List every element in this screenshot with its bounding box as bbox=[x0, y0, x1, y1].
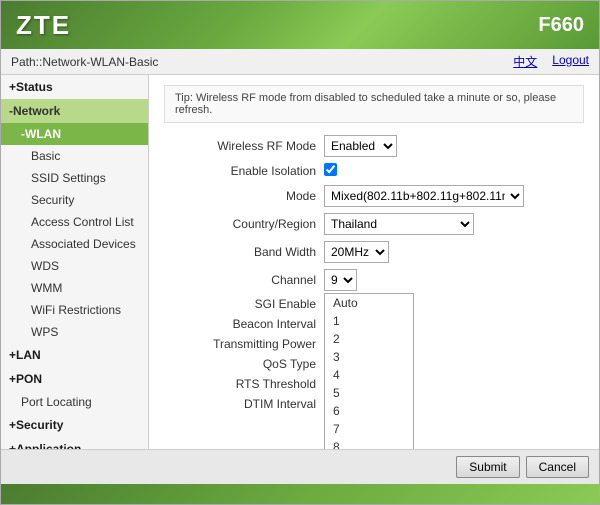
channel-option-6[interactable]: 6 bbox=[325, 402, 413, 420]
channel-option-5[interactable]: 5 bbox=[325, 384, 413, 402]
sidebar-item-wifi-restrict[interactable]: WiFi Restrictions bbox=[1, 299, 148, 321]
channel-option-4[interactable]: 4 bbox=[325, 366, 413, 384]
sidebar-item-ssid[interactable]: SSID Settings bbox=[1, 167, 148, 189]
sidebar-item-wds[interactable]: WDS bbox=[1, 255, 148, 277]
wireless-rf-mode-select[interactable]: Enabled Disabled bbox=[324, 135, 397, 157]
channel-option-2[interactable]: 2 bbox=[325, 330, 413, 348]
submit-button[interactable]: Submit bbox=[456, 456, 519, 478]
sidebar-item-wps[interactable]: WPS bbox=[1, 321, 148, 343]
sidebar-item-wlan[interactable]: -WLAN bbox=[1, 123, 148, 145]
band-width-control: 20MHz 40MHz bbox=[324, 241, 584, 263]
sgi-enable-label: SGI Enable bbox=[164, 297, 324, 311]
country-region-select[interactable]: Thailand bbox=[324, 213, 474, 235]
lang-switch[interactable]: 中文 bbox=[513, 53, 537, 70]
channel-option-1[interactable]: 1 bbox=[325, 312, 413, 330]
bottom-bar: Submit Cancel bbox=[1, 449, 599, 484]
dtim-interval-label: DTIM Interval bbox=[164, 397, 324, 411]
country-region-label: Country/Region bbox=[164, 217, 324, 231]
topbar: Path::Network-WLAN-Basic 中文 Logout bbox=[1, 49, 599, 75]
content-area: +Status -Network -WLAN Basic SSID Settin… bbox=[1, 75, 599, 449]
band-width-row: Band Width 20MHz 40MHz bbox=[164, 241, 584, 263]
sidebar-item-wmm[interactable]: WMM bbox=[1, 277, 148, 299]
tip-box: Tip: Wireless RF mode from disabled to s… bbox=[164, 85, 584, 123]
tip-text: Tip: Wireless RF mode from disabled to s… bbox=[175, 92, 556, 116]
wireless-rf-mode-row: Wireless RF Mode Enabled Disabled bbox=[164, 135, 584, 157]
mode-select[interactable]: Mixed(802.11b+802.11g+802.11n bbox=[324, 185, 524, 207]
mode-label: Mode bbox=[164, 189, 324, 203]
sidebar-item-security[interactable]: Security bbox=[1, 189, 148, 211]
rts-threshold-label: RTS Threshold bbox=[164, 377, 324, 391]
channel-row: Channel 9 Auto 1 2 3 4 5 6 7 bbox=[164, 269, 584, 291]
sidebar-item-security-menu[interactable]: +Security bbox=[1, 413, 148, 437]
sidebar-item-network[interactable]: -Network bbox=[1, 99, 148, 123]
wireless-rf-mode-label: Wireless RF Mode bbox=[164, 139, 324, 153]
main-panel: Tip: Wireless RF mode from disabled to s… bbox=[149, 75, 599, 449]
country-region-row: Country/Region Thailand bbox=[164, 213, 584, 235]
band-width-select[interactable]: 20MHz 40MHz bbox=[324, 241, 389, 263]
sidebar-item-status[interactable]: +Status bbox=[1, 75, 148, 99]
sidebar-item-pon[interactable]: +PON bbox=[1, 367, 148, 391]
mode-row: Mode Mixed(802.11b+802.11g+802.11n bbox=[164, 185, 584, 207]
enable-isolation-label: Enable Isolation bbox=[164, 164, 324, 178]
enable-isolation-checkbox[interactable] bbox=[324, 163, 337, 176]
sidebar-item-application[interactable]: +Application bbox=[1, 437, 148, 449]
channel-option-3[interactable]: 3 bbox=[325, 348, 413, 366]
beacon-interval-label: Beacon Interval bbox=[164, 317, 324, 331]
sidebar: +Status -Network -WLAN Basic SSID Settin… bbox=[1, 75, 149, 449]
header: ZTE F660 bbox=[1, 1, 599, 49]
channel-label: Channel bbox=[164, 273, 324, 287]
cancel-button[interactable]: Cancel bbox=[526, 456, 589, 478]
channel-option-8[interactable]: 8 bbox=[325, 438, 413, 449]
enable-isolation-control bbox=[324, 163, 584, 179]
enable-isolation-row: Enable Isolation bbox=[164, 163, 584, 179]
topbar-right: 中文 Logout bbox=[513, 53, 589, 70]
country-region-control: Thailand bbox=[324, 213, 584, 235]
qos-type-label: QoS Type bbox=[164, 357, 324, 371]
wireless-rf-mode-control: Enabled Disabled bbox=[324, 135, 584, 157]
breadcrumb: Path::Network-WLAN-Basic bbox=[11, 55, 158, 69]
channel-option-7[interactable]: 7 bbox=[325, 420, 413, 438]
channel-select[interactable]: 9 bbox=[324, 269, 357, 291]
sidebar-item-port-locating[interactable]: Port Locating bbox=[1, 391, 148, 413]
sidebar-item-acl[interactable]: Access Control List bbox=[1, 211, 148, 233]
bottom-strip bbox=[1, 484, 599, 504]
sidebar-item-assoc[interactable]: Associated Devices bbox=[1, 233, 148, 255]
transmitting-power-label: Transmitting Power bbox=[164, 337, 324, 351]
channel-control: 9 Auto 1 2 3 4 5 6 7 8 9 10 bbox=[324, 269, 584, 291]
logo: ZTE bbox=[16, 10, 71, 41]
channel-dropdown: Auto 1 2 3 4 5 6 7 8 9 10 11 12 13 bbox=[324, 293, 414, 449]
sidebar-item-basic[interactable]: Basic bbox=[1, 145, 148, 167]
sidebar-item-lan[interactable]: +LAN bbox=[1, 343, 148, 367]
mode-control: Mixed(802.11b+802.11g+802.11n bbox=[324, 185, 584, 207]
logout-link[interactable]: Logout bbox=[552, 53, 589, 70]
channel-option-auto[interactable]: Auto bbox=[325, 294, 413, 312]
model: F660 bbox=[538, 14, 584, 37]
band-width-label: Band Width bbox=[164, 245, 324, 259]
